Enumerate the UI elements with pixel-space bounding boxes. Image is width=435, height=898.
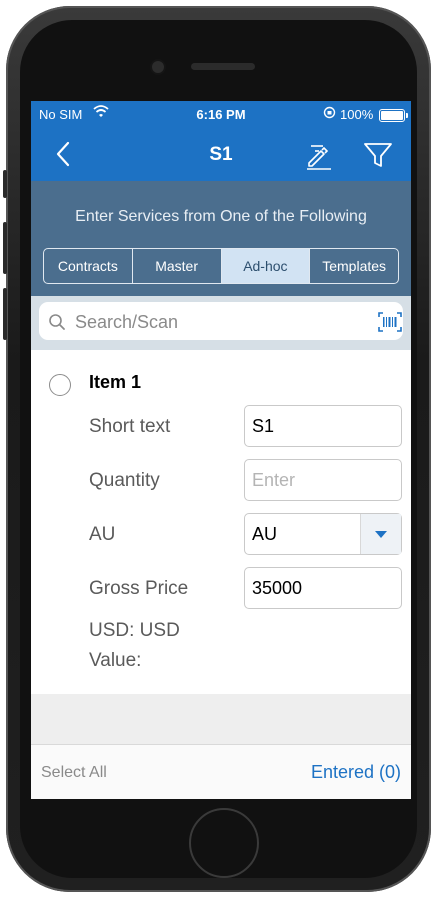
gross-price-field[interactable]	[244, 567, 402, 609]
au-select[interactable]: AU	[244, 513, 402, 555]
usd-value-label-line2: Value:	[89, 650, 142, 671]
source-selector-panel: Enter Services from One of the Following…	[31, 181, 411, 296]
filter-icon[interactable]	[361, 139, 395, 171]
app-screen: No SIM 6:16 PM 100% S1 Enter Services fr…	[31, 101, 411, 799]
search-bar-area	[31, 296, 411, 350]
segment-master[interactable]: Master	[133, 249, 222, 283]
usd-value-label-line1: USD: USD	[89, 620, 180, 641]
source-segmented-control: Contracts Master Ad-hoc Templates	[43, 248, 399, 284]
status-bar: No SIM 6:16 PM 100%	[31, 101, 411, 129]
earpiece-speaker	[191, 63, 255, 70]
nav-bar: S1	[31, 129, 411, 181]
home-button[interactable]	[189, 808, 259, 878]
au-label: AU	[89, 524, 116, 545]
chevron-down-icon	[375, 531, 387, 538]
edit-signature-icon[interactable]	[303, 139, 335, 171]
item-title: Item 1	[89, 372, 142, 392]
au-selected-value: AU	[252, 524, 278, 544]
dropdown-toggle[interactable]	[360, 514, 401, 554]
segment-contracts[interactable]: Contracts	[44, 249, 133, 283]
page-title: S1	[209, 144, 233, 165]
list-spacer	[31, 694, 411, 744]
source-prompt: Enter Services from One of the Following	[75, 208, 367, 225]
bottom-toolbar: Select All Entered (0)	[31, 744, 411, 799]
segment-templates[interactable]: Templates	[310, 249, 398, 283]
quantity-label: Quantity	[89, 470, 160, 491]
rotation-lock-icon	[323, 106, 336, 122]
barcode-scan-icon[interactable]	[378, 312, 402, 332]
select-all-button[interactable]: Select All	[41, 764, 107, 782]
search-input[interactable]	[73, 309, 367, 335]
silent-switch	[3, 170, 7, 198]
volume-down-button	[3, 288, 7, 340]
short-text-field[interactable]	[244, 405, 402, 447]
short-text-label: Short text	[89, 416, 171, 437]
volume-up-button	[3, 222, 7, 274]
search-icon	[48, 313, 66, 331]
gross-price-label: Gross Price	[89, 578, 189, 599]
quantity-field[interactable]	[244, 459, 402, 501]
item-select-radio[interactable]	[49, 374, 71, 396]
battery-percent: 100%	[340, 107, 374, 122]
entered-button[interactable]: Entered (0)	[311, 762, 401, 783]
search-box	[39, 302, 403, 340]
front-camera	[152, 61, 164, 73]
battery-icon	[379, 109, 408, 122]
segment-ad-hoc[interactable]: Ad-hoc	[221, 249, 311, 283]
